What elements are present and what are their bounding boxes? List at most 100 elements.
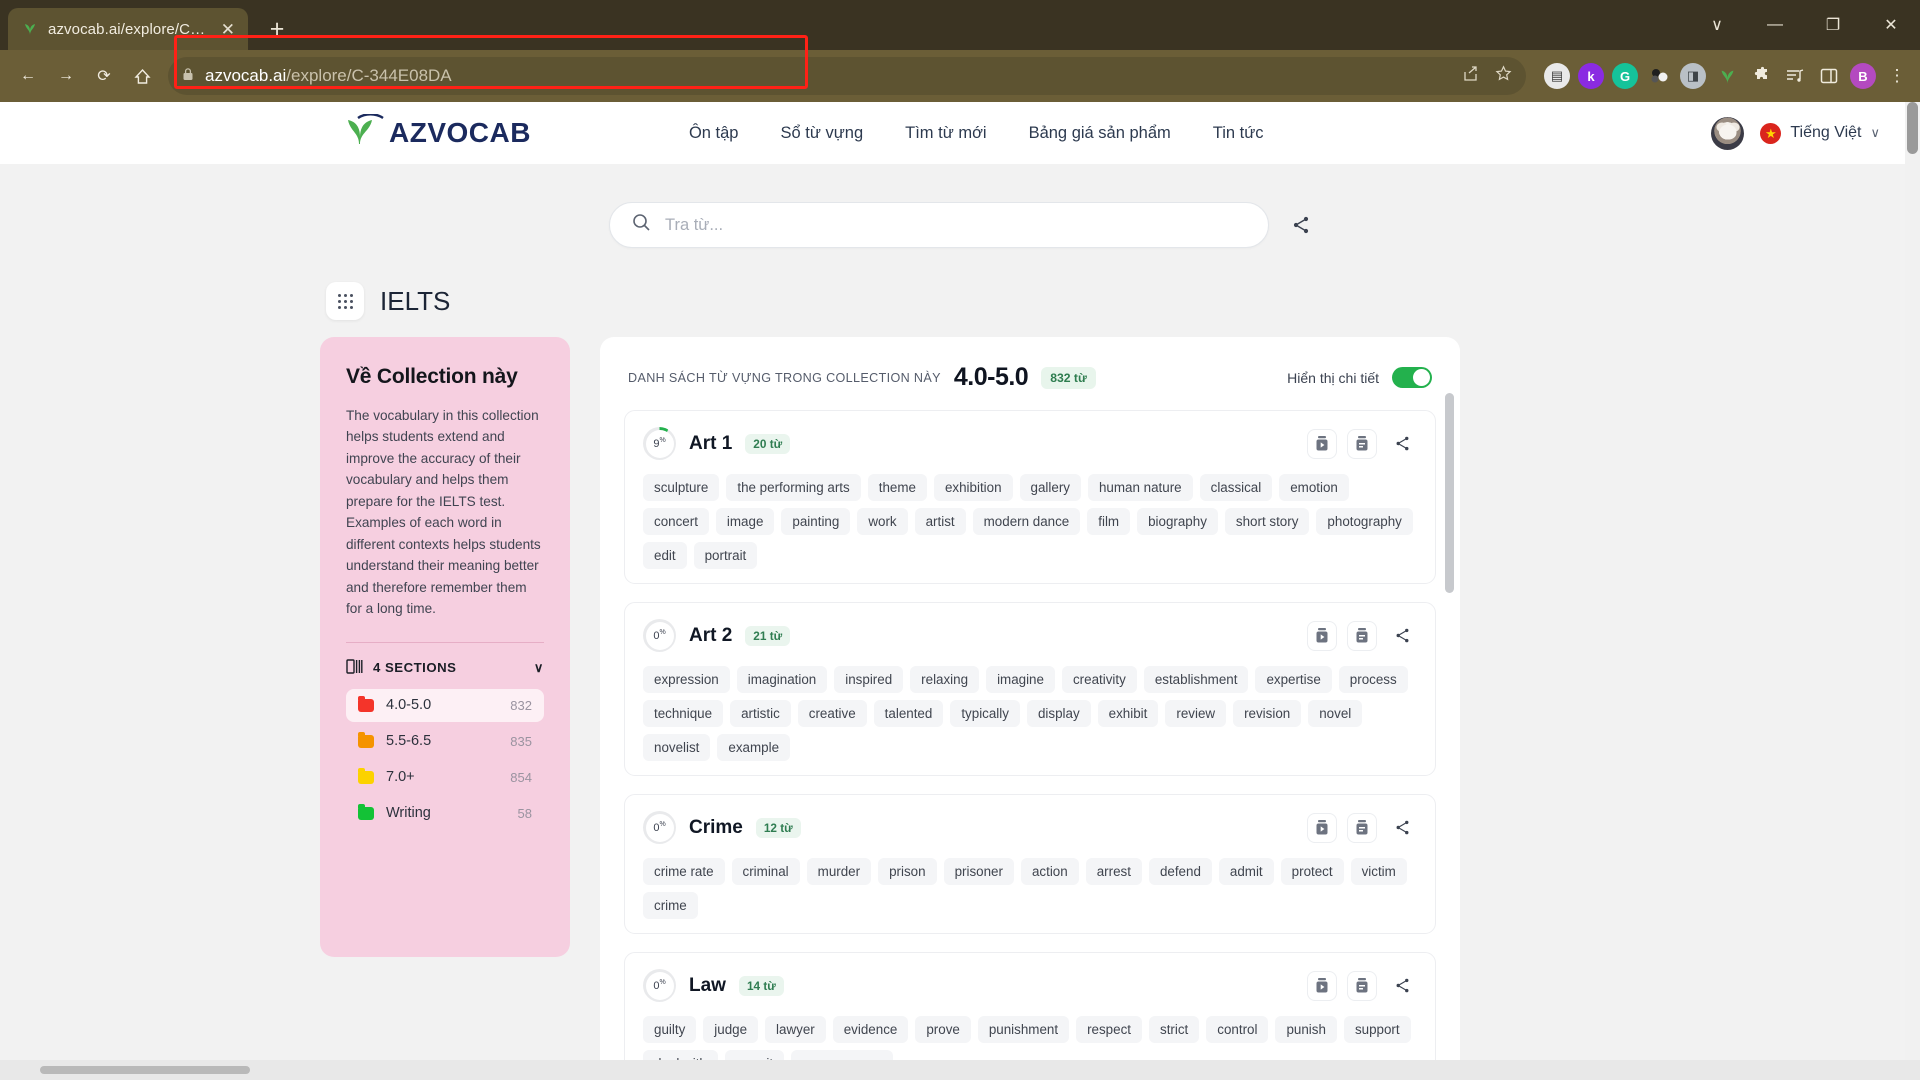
chevron-down-icon[interactable]: ∨ [534, 660, 544, 676]
word-chip[interactable]: support [1343, 1016, 1411, 1043]
word-chip[interactable]: human nature [1087, 474, 1193, 501]
word-chip[interactable]: typically [950, 700, 1020, 727]
word-chip[interactable]: prison [878, 858, 937, 885]
kami-extension-icon[interactable]: k [1578, 63, 1604, 89]
word-chip[interactable]: short story [1224, 508, 1310, 535]
word-chip[interactable]: expression [643, 666, 730, 693]
sidebar-item-5-5-6-5[interactable]: 5.5-6.5 835 [346, 725, 544, 758]
video-box-icon[interactable] [1307, 970, 1337, 1001]
search-input[interactable] [665, 215, 1246, 235]
share-icon[interactable] [1291, 215, 1311, 235]
word-chip[interactable]: image [715, 508, 775, 535]
maximize-button[interactable]: ❐ [1804, 0, 1862, 50]
taskbar-item[interactable] [40, 1066, 250, 1074]
nav-item-bang-gia[interactable]: Bảng giá sản phẩm [1029, 124, 1171, 143]
sections-header[interactable]: 4 SECTIONS ∨ [346, 658, 544, 677]
word-chip[interactable]: creativity [1061, 666, 1137, 693]
avatar[interactable] [1711, 116, 1745, 150]
word-chip[interactable]: gallery [1019, 474, 1081, 501]
word-chip[interactable]: crime rate [643, 858, 725, 885]
word-chip[interactable]: respect [1076, 1016, 1142, 1043]
site-logo[interactable]: AZVOCAB [345, 112, 531, 153]
word-chip[interactable]: talented [873, 700, 944, 727]
sidebar-item-4-0-5-0[interactable]: 4.0-5.0 832 [346, 688, 544, 722]
word-chip[interactable]: crime [643, 892, 698, 919]
word-chip[interactable]: victim [1350, 858, 1407, 885]
new-tab-button[interactable]: + [260, 12, 294, 46]
word-chip[interactable]: prove [915, 1016, 971, 1043]
share-icon[interactable] [1387, 971, 1417, 1001]
bookmark-star-icon[interactable] [1495, 65, 1512, 87]
word-chip[interactable]: arrest [1085, 858, 1142, 885]
word-chip[interactable]: creative [797, 700, 867, 727]
word-chip[interactable]: example [717, 734, 791, 761]
sidebar-item-writing[interactable]: Writing 58 [346, 797, 544, 830]
extensions-puzzle-icon[interactable] [1748, 63, 1774, 89]
sidebar-item-7-0-plus[interactable]: 7.0+ 854 [346, 761, 544, 794]
grammarly-extension-icon[interactable]: G [1612, 63, 1638, 89]
word-chip[interactable]: protect [1280, 858, 1344, 885]
word-chip[interactable]: photography [1316, 508, 1413, 535]
word-chip[interactable]: the performing arts [726, 474, 861, 501]
word-chip[interactable]: modern dance [972, 508, 1081, 535]
word-chip[interactable]: imagine [986, 666, 1055, 693]
screenshot-extension-icon[interactable]: ◨ [1680, 63, 1706, 89]
word-chip[interactable]: concert [643, 508, 709, 535]
profile-avatar-icon[interactable]: B [1850, 63, 1876, 89]
word-chip[interactable]: punishment [977, 1016, 1070, 1043]
minimize-button[interactable]: — [1746, 0, 1804, 50]
word-chip[interactable]: painting [781, 508, 851, 535]
word-chip[interactable]: biography [1137, 508, 1218, 535]
flashcard-box-icon[interactable] [1347, 812, 1377, 843]
nav-item-tin-tuc[interactable]: Tin tức [1213, 124, 1264, 143]
side-panel-icon[interactable] [1816, 63, 1842, 89]
word-chip[interactable]: artistic [730, 700, 791, 727]
home-icon[interactable] [124, 58, 160, 94]
flashcard-box-icon[interactable] [1347, 428, 1377, 459]
molecule-extension-icon[interactable] [1646, 63, 1672, 89]
address-bar[interactable]: azvocab.ai/explore/C-344E08DA [168, 57, 1526, 95]
word-chip[interactable]: process [1338, 666, 1408, 693]
word-chip[interactable]: evidence [832, 1016, 909, 1043]
share-icon[interactable] [1387, 429, 1417, 459]
close-window-button[interactable]: ✕ [1862, 0, 1920, 50]
word-chip[interactable]: criminal [731, 858, 800, 885]
word-chip[interactable]: work [857, 508, 908, 535]
word-chip[interactable]: film [1087, 508, 1131, 535]
word-chip[interactable]: expertise [1255, 666, 1332, 693]
video-box-icon[interactable] [1307, 620, 1337, 651]
word-chip[interactable]: artist [914, 508, 966, 535]
word-chip[interactable]: edit [643, 542, 687, 569]
word-chip[interactable]: punish [1275, 1016, 1337, 1043]
word-chip[interactable]: inspired [834, 666, 904, 693]
share-icon[interactable] [1387, 621, 1417, 651]
word-chip[interactable]: murder [806, 858, 872, 885]
chevron-down-icon[interactable]: ∨ [1688, 0, 1746, 50]
word-chip[interactable]: technique [643, 700, 724, 727]
word-chip[interactable]: judge [703, 1016, 759, 1043]
word-chip[interactable]: defend [1148, 858, 1212, 885]
grid-apps-icon[interactable] [326, 282, 364, 320]
word-chip[interactable]: exhibition [933, 474, 1013, 501]
word-chip[interactable]: consequence [791, 1050, 893, 1060]
word-chip[interactable]: strict [1149, 1016, 1200, 1043]
reload-icon[interactable]: ⟳ [86, 58, 122, 94]
close-icon[interactable]: ✕ [218, 21, 238, 38]
word-chip[interactable]: exhibit [1097, 700, 1159, 727]
word-chip[interactable]: novelist [643, 734, 711, 761]
page-scrollbar[interactable] [1905, 102, 1920, 1060]
word-chip[interactable]: establishment [1143, 666, 1249, 693]
word-chip[interactable]: portrait [693, 542, 758, 569]
word-chip[interactable]: relaxing [910, 666, 980, 693]
panel-scrollbar-thumb[interactable] [1445, 393, 1454, 593]
share-box-icon[interactable] [1462, 65, 1479, 87]
word-chip[interactable]: guilty [643, 1016, 697, 1043]
word-chip[interactable]: prisoner [943, 858, 1014, 885]
word-chip[interactable]: permit [724, 1050, 785, 1060]
page-scrollbar-thumb[interactable] [1907, 102, 1918, 154]
word-chip[interactable]: emotion [1279, 474, 1349, 501]
word-chip[interactable]: lawyer [765, 1016, 826, 1043]
calculator-extension-icon[interactable]: ▤ [1544, 63, 1570, 89]
word-chip[interactable]: novel [1308, 700, 1363, 727]
azvocab-extension-icon[interactable] [1714, 63, 1740, 89]
